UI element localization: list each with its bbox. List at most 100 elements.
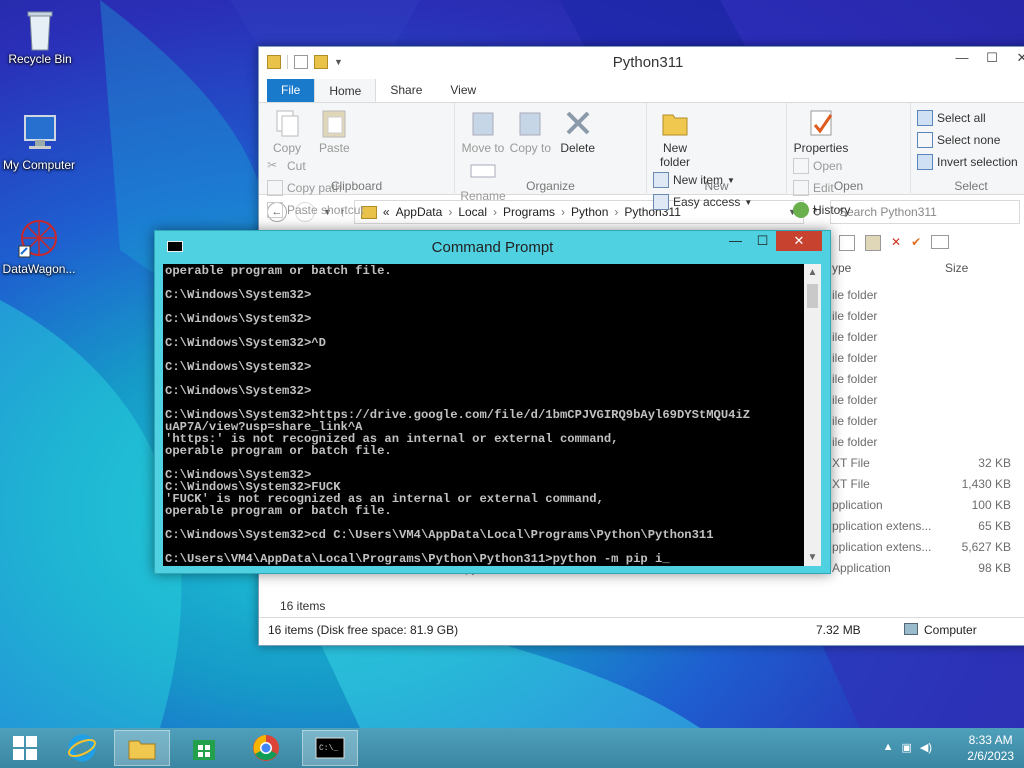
clipboard-group-label: Clipboard — [330, 179, 383, 193]
taskbar-command-prompt[interactable]: C:\_ — [302, 730, 358, 766]
properties-button[interactable]: Properties — [793, 107, 849, 155]
windows-logo-icon — [13, 736, 37, 760]
tab-share[interactable]: Share — [376, 78, 436, 102]
file-type: ile folder — [832, 330, 878, 344]
select-all-icon — [917, 110, 933, 126]
cmd-minimize-button[interactable]: — — [722, 231, 749, 251]
tab-file[interactable]: File — [267, 78, 315, 102]
taskbar: C:\_ ▲ ▣ ◀) 8:33 AM 2/6/2023 — [0, 728, 1024, 768]
file-size: 1,430 KB — [961, 477, 1011, 491]
copy-to-button[interactable]: Copy to — [508, 107, 552, 155]
scroll-thumb[interactable] — [807, 284, 818, 308]
new-group: New folder New item ▼ Easy access ▼ New — [647, 103, 787, 210]
tab-home[interactable]: Home — [314, 78, 377, 102]
computer-icon — [904, 623, 918, 635]
clock-date: 2/6/2023 — [967, 749, 1014, 763]
file-type: ile folder — [832, 435, 878, 449]
move-to-icon — [467, 107, 499, 139]
datawagon-desktop-icon[interactable]: DataWagon... — [0, 216, 79, 276]
cut-button[interactable]: ✂ Cut — [267, 155, 364, 177]
system-tray: ▲ ▣ ◀) — [883, 741, 932, 754]
status-size: 7.32 MB — [816, 623, 861, 637]
organize-group-label: Organize — [526, 179, 575, 193]
file-type: ile folder — [832, 414, 878, 428]
show-hidden-icons-icon[interactable]: ▲ — [883, 741, 894, 754]
file-type: XT File — [832, 456, 870, 470]
taskbar-internet-explorer[interactable] — [54, 730, 110, 766]
items-count: 16 items — [280, 599, 326, 613]
scissors-icon: ✂ — [267, 158, 278, 172]
volume-icon[interactable]: ◀) — [920, 741, 932, 754]
column-size[interactable]: Size — [945, 261, 968, 281]
cmd-scrollbar[interactable]: ▲ ▼ — [804, 264, 821, 566]
close-button[interactable]: ✕ — [1007, 47, 1024, 69]
network-icon[interactable]: ▣ — [901, 741, 911, 754]
start-button[interactable] — [0, 730, 50, 766]
file-type: ile folder — [832, 351, 878, 365]
move-to-button[interactable]: Move to — [461, 107, 505, 155]
cmd-maximize-button[interactable]: ☐ — [749, 231, 776, 251]
address-row: ← → ▼ ↑ « AppData › Local › Programs › Pyth… — [259, 195, 1024, 229]
maximize-button[interactable]: ☐ — [977, 47, 1007, 69]
delete-icon[interactable]: ✕ — [891, 235, 901, 251]
command-prompt-window: Command Prompt — ☐ ✕ operable program or… — [154, 230, 831, 574]
breadcrumb-python[interactable]: Python — [571, 205, 608, 219]
internet-explorer-icon — [68, 734, 96, 762]
delete-button[interactable]: Delete — [556, 107, 600, 155]
properties-icon — [805, 107, 837, 139]
breadcrumb-local[interactable]: Local — [458, 205, 487, 219]
recycle-bin-desktop-icon[interactable]: Recycle Bin — [0, 6, 80, 66]
paste-shortcut-button[interactable]: Paste shortcut — [267, 199, 364, 221]
paste-shortcut-icon — [267, 202, 283, 218]
select-all-button[interactable]: Select all — [917, 107, 1024, 129]
file-type: ile folder — [832, 393, 878, 407]
console-output[interactable]: operable program or batch file. C:\Windo… — [163, 264, 804, 566]
delete-icon — [562, 107, 594, 139]
organize-group: Move to Copy to Delete Rename Organize — [455, 103, 647, 203]
cmd-close-button[interactable]: ✕ — [776, 231, 822, 251]
history-button[interactable]: History — [793, 199, 850, 221]
select-none-icon — [917, 132, 933, 148]
breadcrumb-appdata[interactable]: AppData — [396, 205, 443, 219]
check-icon[interactable]: ✔ — [911, 235, 921, 251]
status-summary: 16 items (Disk free space: 81.9 GB) — [268, 623, 459, 637]
paste-icon[interactable] — [865, 235, 881, 251]
new-folder-button[interactable]: New folder — [653, 107, 697, 169]
easy-access-icon — [653, 194, 669, 210]
clock[interactable]: 8:33 AM 2/6/2023 — [967, 732, 1014, 764]
computer-icon — [17, 112, 61, 156]
file-type: Application — [832, 561, 891, 575]
explorer-title: Python311 — [612, 54, 684, 71]
minimize-button[interactable]: — — [947, 47, 977, 69]
my-computer-desktop-icon[interactable]: My Computer — [0, 112, 79, 172]
taskbar-file-explorer[interactable] — [114, 730, 170, 766]
console-text: operable program or batch file. C:\Windo… — [165, 264, 751, 566]
scroll-up-icon[interactable]: ▲ — [804, 264, 821, 281]
open-group: Properties Open Edit History Open — [787, 103, 911, 218]
open-icon — [793, 158, 809, 174]
clipboard-group: Copy Paste ✂ Cut Copy path Paste shortcut… — [259, 103, 455, 218]
open-button[interactable]: Open — [793, 155, 850, 177]
my-computer-label: My Computer — [2, 158, 76, 172]
invert-selection-button[interactable]: Invert selection — [917, 151, 1024, 173]
taskbar-chrome[interactable] — [238, 730, 294, 766]
chrome-icon — [253, 735, 279, 761]
tab-view[interactable]: View — [436, 78, 490, 102]
select-none-button[interactable]: Select none — [917, 129, 1024, 151]
status-location: Computer — [924, 623, 977, 637]
svg-text:C:\_: C:\_ — [319, 744, 338, 753]
breadcrumb-programs[interactable]: Programs — [503, 205, 555, 219]
file-size: 98 KB — [978, 561, 1011, 575]
status-bar: 16 items (Disk free space: 81.9 GB) 7.32… — [259, 617, 1024, 641]
copy-button[interactable]: Copy — [265, 107, 309, 155]
taskbar-store[interactable] — [176, 730, 232, 766]
column-type[interactable]: ype — [832, 261, 851, 281]
search-input[interactable]: Search Python311 — [829, 200, 1020, 224]
file-type: XT File — [832, 477, 870, 491]
easy-access-button[interactable]: Easy access ▼ — [653, 191, 752, 213]
paste-button[interactable]: Paste — [312, 107, 356, 155]
copy-icon[interactable] — [839, 235, 855, 251]
datawagon-label: DataWagon... — [2, 262, 76, 276]
rename-icon[interactable] — [931, 235, 950, 249]
scroll-down-icon[interactable]: ▼ — [804, 549, 821, 566]
